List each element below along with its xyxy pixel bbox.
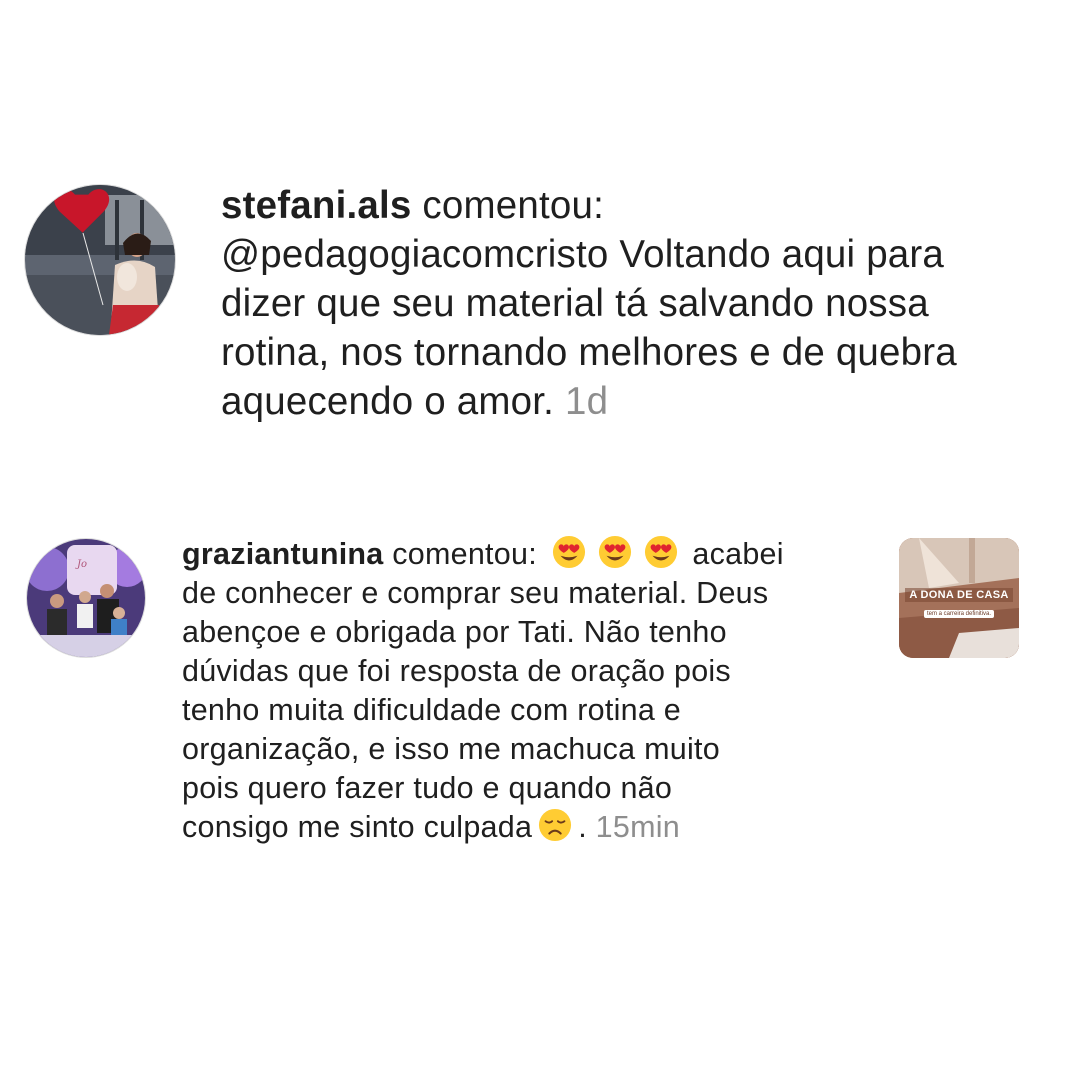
comment-text: graziantunina comentou: acabei de conhec… (182, 535, 882, 847)
post-thumbnail[interactable]: A DONA DE CASA tem a carreira definitiva… (899, 538, 1019, 658)
thumbnail-subtitle: tem a carreira definitiva. (923, 610, 995, 618)
comment-line: pois quero fazer tudo e quando não (182, 771, 673, 805)
comment-line: organização, e isso me machuca muito (182, 732, 720, 766)
comment-line: rotina, nos tornando melhores e de quebr… (221, 331, 957, 374)
comment-line: dúvidas que foi resposta de oração pois (182, 654, 731, 688)
comment-username[interactable]: graziantunina (182, 537, 384, 571)
heart-eyes-emoji-icon (552, 535, 586, 569)
heart-eyes-emoji-icon (644, 535, 678, 569)
heart-eyes-emoji-icon (598, 535, 632, 569)
comment-punctuation: . (578, 810, 587, 844)
comment-line: dizer que seu material tá salvando nossa (221, 282, 929, 325)
avatar[interactable] (24, 184, 176, 336)
disappointed-face-emoji-icon (538, 808, 572, 842)
comment-line: abençoe e obrigada por Tati. Não tenho (182, 615, 727, 649)
profile-photo-icon: Jo (27, 539, 145, 657)
thumbnail-caption: A DONA DE CASA tem a carreira definitiva… (905, 588, 1013, 620)
comment-text: stefani.als comentou: @pedagogiacomcrist… (221, 181, 1071, 426)
comment-line: @pedagogiacomcristo Voltando aqui para (221, 233, 945, 276)
comment-username[interactable]: stefani.als (221, 184, 412, 227)
svg-text:Jo: Jo (75, 559, 87, 570)
avatar[interactable]: Jo (26, 538, 146, 658)
comment-line: aquecendo o amor. (221, 380, 555, 423)
profile-photo-icon (25, 185, 175, 335)
comment-line: tenho muita dificuldade com rotina e (182, 693, 681, 727)
comment-action: comentou: (422, 184, 604, 227)
comment-timestamp: 15min (595, 810, 680, 844)
comment-timestamp: 1d (564, 380, 609, 423)
thumbnail-title: A DONA DE CASA (905, 588, 1013, 602)
comment-line: de conhecer e comprar seu material. Deus (182, 576, 769, 610)
comment-line: consigo me sinto culpada (182, 810, 533, 844)
comment-action: comentou: (392, 537, 537, 571)
comment-line: acabei (692, 537, 784, 571)
